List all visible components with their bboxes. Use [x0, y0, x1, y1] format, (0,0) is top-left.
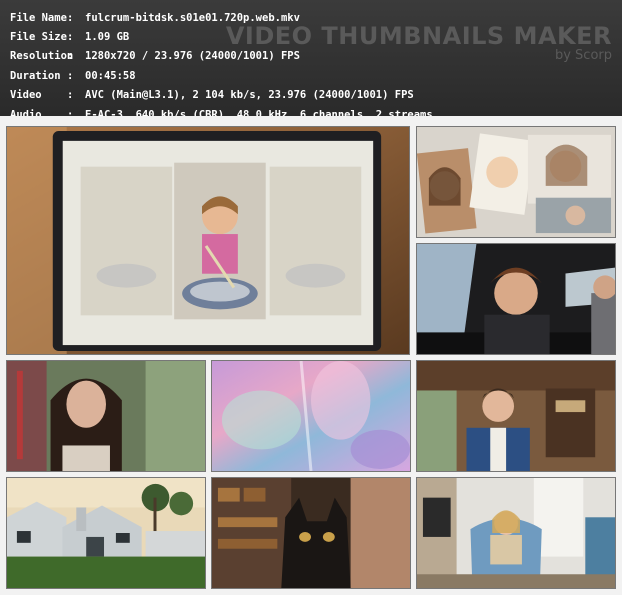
- info-separator: :: [67, 31, 74, 44]
- thumbnail-black-cat: [211, 477, 411, 589]
- info-separator: :: [67, 50, 74, 63]
- info-row-video: Video: AVC (Main@L3.1), 2 104 kb/s, 23.97…: [10, 86, 433, 105]
- info-separator: :: [67, 11, 74, 24]
- thumbnail-house-exterior: [6, 477, 206, 589]
- info-row-duration: Duration:00:45:58: [10, 66, 433, 85]
- info-label: File Size: [10, 31, 67, 44]
- watermark-title: VIDEO THUMBNAILS MAKER: [225, 22, 612, 50]
- thumbnail-man-blue-suit: [416, 360, 616, 472]
- watermark: VIDEO THUMBNAILS MAKER by Scorp: [226, 22, 612, 63]
- watermark-subtitle: by Scorp: [554, 48, 612, 63]
- thumbnail-grid: [0, 116, 622, 595]
- info-value: 1.09 GB: [85, 31, 130, 44]
- thumbnail-young-man-in-car: [416, 243, 616, 355]
- info-label: File Name: [10, 11, 67, 24]
- info-separator: :: [67, 89, 74, 102]
- info-label: Video: [10, 89, 42, 102]
- info-label: Duration: [10, 69, 61, 82]
- info-value: 00:45:58: [85, 69, 136, 82]
- info-header: File Name: fulcrum-bitdsk.s01e01.720p.web…: [0, 0, 622, 121]
- info-separator: :: [67, 69, 74, 82]
- info-value: AVC (Main@L3.1), 2 104 kb/s, 23.976 (240…: [85, 89, 414, 102]
- thumbnail-woman-armchair: [416, 477, 616, 589]
- thumbnail-laptop-screen: [6, 126, 410, 355]
- thumbnail-abstract-blur: [211, 360, 411, 472]
- info-label: Resolution: [10, 50, 74, 63]
- thumbnail-woman-dark-hair: [6, 360, 206, 472]
- thumbnail-photo-collage: [416, 126, 616, 238]
